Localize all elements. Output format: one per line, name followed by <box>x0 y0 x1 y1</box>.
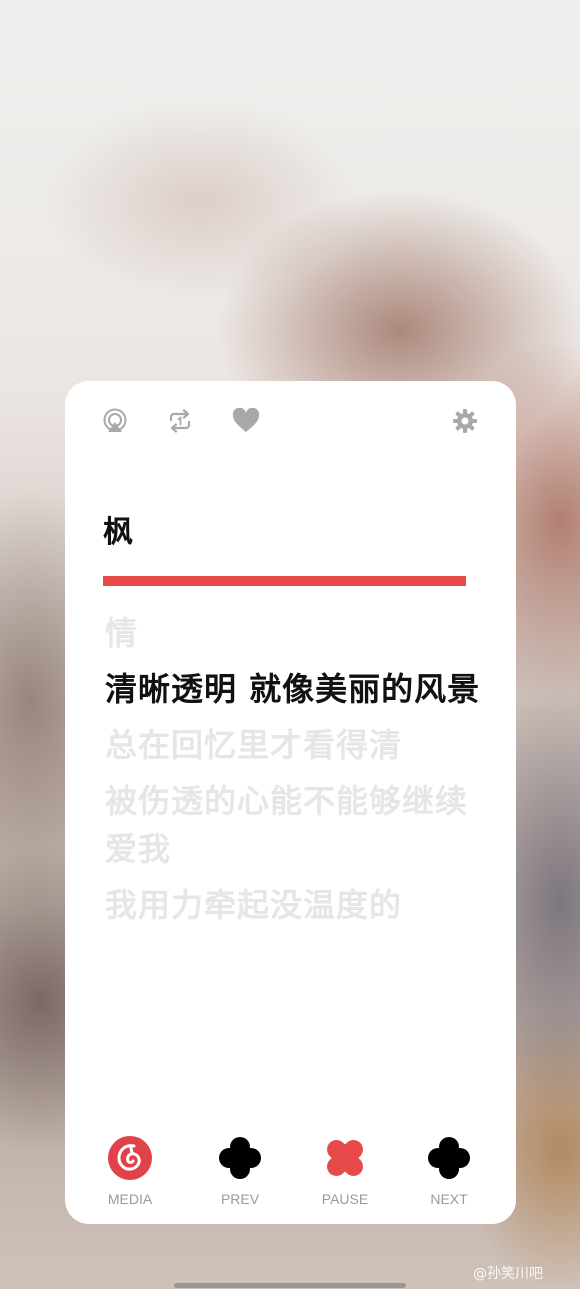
media-button[interactable]: MEDIA <box>85 1133 175 1207</box>
prev-label: PREV <box>220 1191 260 1207</box>
plus-shape-icon <box>219 1137 261 1179</box>
plus-shape-icon <box>428 1137 470 1179</box>
lyric-line: 总在回忆里才看得清 <box>105 726 403 764</box>
top-toolbar <box>65 381 516 461</box>
media-label: MEDIA <box>107 1191 153 1207</box>
repeat-one-icon[interactable] <box>166 407 194 435</box>
pause-label: PAUSE <box>321 1191 369 1207</box>
x-shape-icon <box>327 1140 363 1176</box>
gear-icon[interactable] <box>451 407 479 435</box>
next-label: NEXT <box>430 1191 468 1207</box>
prev-button[interactable]: PREV <box>195 1133 285 1207</box>
next-button[interactable]: NEXT <box>404 1133 494 1207</box>
pause-button[interactable]: PAUSE <box>300 1133 390 1207</box>
progress-fill <box>103 576 466 586</box>
lyric-line: 被伤透的心能不能够继续爱我 <box>105 782 469 868</box>
progress-bar[interactable] <box>103 576 466 586</box>
lyrics-fade <box>65 921 516 1041</box>
song-title: 枫 <box>103 515 133 550</box>
lyric-line-current: 清晰透明 就像美丽的风景 <box>105 670 481 708</box>
playback-controls: MEDIA PREV PAUSE NEXT <box>65 1133 516 1213</box>
home-indicator[interactable] <box>174 1283 406 1288</box>
heart-icon[interactable] <box>232 407 260 435</box>
airplay-icon[interactable] <box>101 407 129 435</box>
lyric-line: 情 <box>105 614 139 652</box>
watermark: @孙笑川吧 <box>473 1266 543 1282</box>
player-widget: 枫 情清晰透明 就像美丽的风景 总在回忆里才看得清 被伤透的心能不能够继续爱我 我用力… <box>65 381 516 1224</box>
lyrics-list: 情清晰透明 就像美丽的风景 总在回忆里才看得清 被伤透的心能不能够继续爱我 我用力牵起… <box>105 609 485 937</box>
netease-music-icon <box>108 1136 152 1180</box>
